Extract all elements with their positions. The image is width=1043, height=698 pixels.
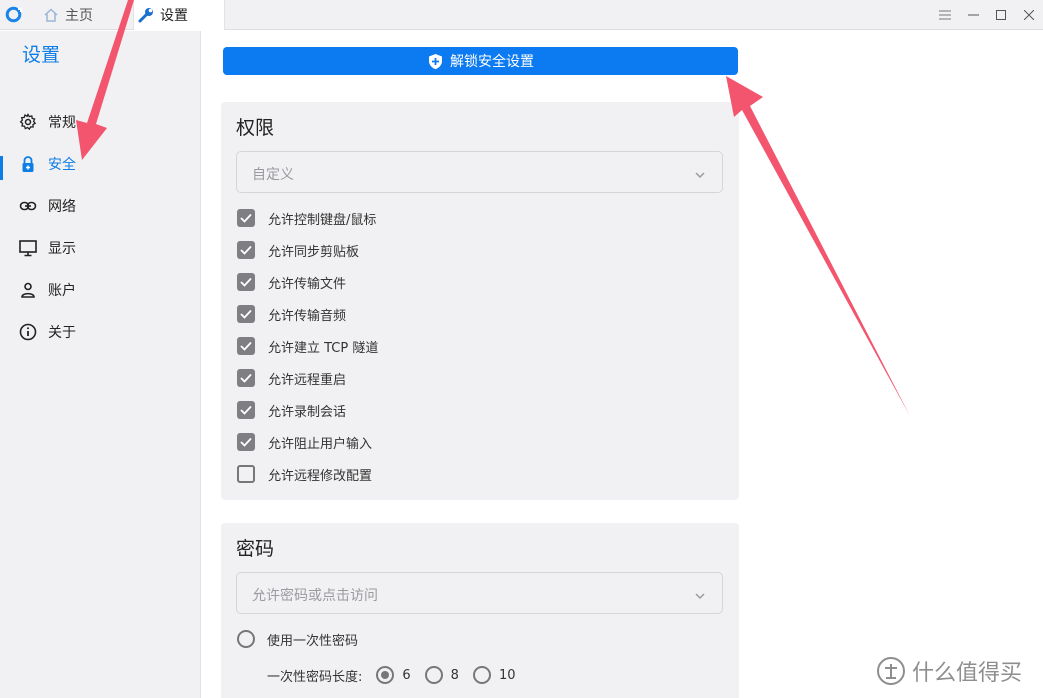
sidebar-item-label: 安全 <box>48 157 76 173</box>
one-time-password-option[interactable]: 使用一次性密码 <box>237 628 358 650</box>
chevron-down-icon <box>694 166 706 179</box>
sidebar-item-security[interactable]: 安全 <box>0 144 200 184</box>
watermark-logo-icon <box>876 656 906 686</box>
permission-label: 允许录制会话 <box>268 404 347 420</box>
checkbox-checked[interactable] <box>237 209 255 227</box>
checkbox-checked[interactable] <box>237 369 255 387</box>
permission-option[interactable]: 允许远程修改配置 <box>237 463 372 485</box>
permission-option[interactable]: 允许传输音频 <box>237 303 346 325</box>
sidebar-item-about[interactable]: 关于 <box>0 312 200 352</box>
unlock-button-label: 解锁安全设置 <box>450 54 534 70</box>
sidebar-item-display[interactable]: 显示 <box>0 228 200 268</box>
minimize-icon[interactable] <box>959 0 987 30</box>
tab-home[interactable]: 主页 <box>42 0 93 30</box>
monitor-icon <box>19 239 37 257</box>
permissions-title: 权限 <box>236 117 275 139</box>
permission-label: 允许传输音频 <box>268 308 347 324</box>
permission-label: 允许控制键盘/鼠标 <box>268 212 377 228</box>
sidebar-item-account[interactable]: 账户 <box>0 270 200 310</box>
permission-label: 允许远程重启 <box>268 372 347 388</box>
password-length-option-8[interactable]: 8 <box>424 666 459 684</box>
close-icon[interactable] <box>1015 0 1043 30</box>
permission-preset-value: 自定义 <box>252 167 294 183</box>
password-mode-select[interactable]: 允许密码或点击访问 <box>236 572 723 614</box>
title-bar: 主页 设置 <box>0 0 1043 30</box>
lock-icon <box>19 155 37 173</box>
permission-option[interactable]: 允许远程重启 <box>237 367 346 389</box>
tab-settings-label: 设置 <box>160 8 188 24</box>
shield-icon <box>427 53 444 70</box>
sidebar-title: 设置 <box>22 44 61 66</box>
permission-label: 允许阻止用户输入 <box>268 436 373 452</box>
permission-preset-select[interactable]: 自定义 <box>236 151 723 193</box>
gear-icon <box>19 113 37 131</box>
unlock-security-settings-button[interactable]: 解锁安全设置 <box>223 47 738 75</box>
permission-label: 允许传输文件 <box>268 276 347 292</box>
checkbox-checked[interactable] <box>237 273 255 291</box>
permission-option[interactable]: 允许建立 TCP 隧道 <box>237 335 378 357</box>
checkbox-checked[interactable] <box>237 433 255 451</box>
link-icon <box>19 197 37 215</box>
tab-settings[interactable]: 设置 <box>133 0 225 30</box>
sidebar: 设置 常规 安全 网络 显示 账户 关于 <box>0 31 201 698</box>
tab-home-label: 主页 <box>65 8 93 24</box>
password-length-row: 一次性密码长度: 6 8 10 <box>267 664 516 686</box>
window-controls <box>931 0 1043 30</box>
sidebar-item-label: 显示 <box>48 241 76 257</box>
watermark: 什么值得买 <box>876 654 1036 688</box>
length-value: 8 <box>450 667 459 683</box>
sidebar-item-network[interactable]: 网络 <box>0 186 200 226</box>
password-card: 密码 允许密码或点击访问 使用一次性密码 一次性密码长度: 6 8 10 <box>221 523 739 698</box>
length-value: 6 <box>402 667 411 683</box>
password-length-option-10[interactable]: 10 <box>472 666 516 684</box>
length-value: 10 <box>498 667 516 683</box>
app-logo-icon <box>5 6 22 23</box>
radio-unselected[interactable] <box>472 666 491 684</box>
checkbox-checked[interactable] <box>237 337 255 355</box>
chevron-down-icon <box>694 587 706 600</box>
menu-icon[interactable] <box>931 0 959 30</box>
password-length-option-6[interactable]: 6 <box>376 666 411 684</box>
checkbox-checked[interactable] <box>237 401 255 419</box>
one-time-password-label: 使用一次性密码 <box>267 633 359 649</box>
password-length-label: 一次性密码长度: <box>267 669 363 685</box>
permission-label: 允许建立 TCP 隧道 <box>268 340 379 356</box>
sidebar-item-general[interactable]: 常规 <box>0 102 200 142</box>
one-time-password-radio[interactable] <box>237 630 255 648</box>
maximize-icon[interactable] <box>987 0 1015 30</box>
sidebar-item-label: 常规 <box>48 115 76 131</box>
password-title: 密码 <box>236 538 275 560</box>
home-icon <box>42 6 60 24</box>
permission-option[interactable]: 允许传输文件 <box>237 271 346 293</box>
settings-panel: 解锁安全设置 权限 自定义 允许控制键盘/鼠标 允许同步剪贴板 允许传输文件 允… <box>202 31 1043 698</box>
permissions-card: 权限 自定义 允许控制键盘/鼠标 允许同步剪贴板 允许传输文件 允许传输音频 允… <box>221 102 739 500</box>
wrench-icon <box>137 6 155 24</box>
permission-label: 允许同步剪贴板 <box>268 244 360 260</box>
checkbox-checked[interactable] <box>237 305 255 323</box>
checkbox-unchecked[interactable] <box>237 465 255 483</box>
radio-unselected[interactable] <box>424 666 443 684</box>
sidebar-item-label: 账户 <box>48 283 76 299</box>
password-mode-value: 允许密码或点击访问 <box>252 588 378 604</box>
sidebar-item-label: 关于 <box>48 325 76 341</box>
user-icon <box>19 281 37 299</box>
permission-option[interactable]: 允许阻止用户输入 <box>237 431 372 453</box>
checkbox-checked[interactable] <box>237 241 255 259</box>
info-icon <box>19 323 37 341</box>
permission-option[interactable]: 允许同步剪贴板 <box>237 239 359 261</box>
permission-label: 允许远程修改配置 <box>268 468 373 484</box>
sidebar-item-label: 网络 <box>48 199 76 215</box>
watermark-text: 什么值得买 <box>912 661 1023 686</box>
radio-selected[interactable] <box>376 666 395 684</box>
permission-option[interactable]: 允许控制键盘/鼠标 <box>237 207 376 229</box>
permission-option[interactable]: 允许录制会话 <box>237 399 346 421</box>
